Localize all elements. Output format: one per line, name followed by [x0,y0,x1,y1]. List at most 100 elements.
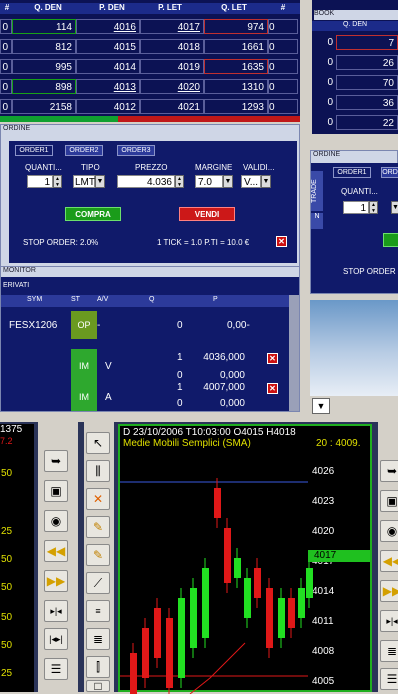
save-icon[interactable]: ▣ [380,490,398,512]
qty-stepper[interactable]: ▲ ▼ [53,175,62,188]
left-chart-header: 1375 [0,424,34,435]
table-row[interactable]: 0 26 [312,52,398,72]
stop-order-text: STOP ORDER: 2.0% [23,238,99,247]
pencil-icon[interactable]: ✎ [86,516,110,538]
book-cell-n2: 0 [268,39,298,54]
left-tick: 50 [1,554,13,565]
left-chart: 1375 7.2 50 25 50 50 50 50 25 [0,424,34,692]
table-row[interactable]: FESX1206 OP - 0 0,00- [1,311,289,339]
fibo-icon[interactable]: ≣ [86,628,110,650]
table-row[interactable]: 0 995 4014 4019 1635 0 [0,56,300,76]
table-row[interactable]: 07 [312,32,398,52]
bar-list-icon[interactable]: ☰ [380,668,398,690]
table-row[interactable]: IM A 1 0 4007,000 0,000 ✕ [1,382,289,411]
price-input[interactable]: 4.036 [117,175,175,188]
right-buy-button[interactable] [383,233,398,247]
pencil-icon[interactable]: ✎ [86,544,110,566]
main-price-chart[interactable]: D 23/10/2006 T10:03:00 O4015 H4018 Medie… [118,424,372,694]
price-cell: 0,00- [227,320,250,331]
rewind-icon[interactable]: ◀◀ [44,540,68,562]
table-row[interactable]: 0 898 4013 4020 1310 0 [0,76,300,96]
candle-body [306,568,313,598]
qty-cell: 0 [177,370,183,381]
sell-button[interactable]: VENDI [179,207,235,221]
yellow-arrow-icon[interactable]: ➥ [44,450,68,472]
book-cell-n2: 0 [268,59,298,74]
type-dropdown-icon[interactable]: ▼ [95,175,105,188]
right-type-dropdown-icon[interactable]: ▼ [391,201,398,214]
bar-list-icon[interactable]: ☰ [44,658,68,680]
col-pden: P. DEN [99,3,125,12]
table-row[interactable]: 0 70 [312,72,398,92]
book-cell-n1: 0 [0,79,12,94]
table-row[interactable]: 0 114 4016 4017 974 0 [0,16,300,36]
table-row[interactable]: 0 812 4015 4018 1661 0 [0,36,300,56]
yellow-arrow-icon[interactable]: ➥ [380,460,398,482]
price-tick: 4026 [312,466,335,477]
margin-select[interactable]: 7.0 [195,175,223,188]
split-icon[interactable]: ▸|◂ [44,600,68,622]
col-qlet: Q. LET [221,3,247,12]
book-cell-qden: 2158 [12,99,76,114]
book-cell-qden: 898 [12,79,76,94]
tab-side-n[interactable]: N [311,213,323,229]
table-row[interactable]: 0 36 [312,92,398,112]
tick-info-text: 1 TICK = 1.0 P.TI = 10.0 € [157,238,250,247]
price-stepper[interactable]: ▲ ▼ [175,175,184,188]
tab-order2[interactable]: ORDER2 [65,145,103,156]
merge-icon[interactable]: |◂▸| [44,628,68,650]
candlestick-plot[interactable]: 4026 4023 4020 4017 4014 4011 4008 4005 [120,448,370,694]
tab-order1-right[interactable]: ORDER1 [333,167,371,178]
cancel-order-icon[interactable]: ✕ [267,353,278,364]
book-cell-qden: 812 [12,39,76,54]
validity-dropdown-icon[interactable]: ▼ [261,175,271,188]
chevron-down-icon[interactable]: ▼ [312,398,330,414]
right-qty-stepper[interactable]: ▲ ▼ [369,201,378,214]
qty-input[interactable]: 1 [27,175,53,188]
type-select[interactable]: LMT [73,175,95,188]
tab-order2-right[interactable]: ORD [381,167,398,178]
table-row[interactable]: 0 22 [312,112,398,132]
lines-icon[interactable]: ≡ [86,600,110,622]
tab-trade[interactable]: TRADE [311,171,323,211]
list-icon[interactable]: ≣ [380,640,398,662]
av-cell: - [97,320,101,331]
col-count-bid: # [4,3,10,12]
split-icon[interactable]: ▸|◂ [380,610,398,632]
right-qty-input[interactable]: 1 [343,201,369,214]
left-tick: 25 [1,526,13,537]
price-cell: 4036,000 [203,352,245,363]
table-row[interactable]: IM V 1 0 4036,000 0,000 ✕ [1,349,289,383]
book-cell-pden: 4012 [76,99,140,114]
candle-body [166,618,173,688]
candle-body [178,598,185,678]
validity-select[interactable]: V... [241,175,261,188]
av-cell: V [105,361,112,372]
margin-dropdown-icon[interactable]: ▼ [223,175,233,188]
square-icon[interactable]: □ [86,680,110,692]
cross-icon[interactable]: ✕ [86,488,110,510]
book-cell-qden: 114 [12,19,76,34]
tab-order3[interactable]: ORDER3 [117,145,155,156]
col-qden: Q. DEN [34,3,62,12]
close-icon[interactable]: ✕ [276,236,287,247]
pointer-icon[interactable]: ↖ [86,432,110,454]
bars-icon[interactable]: ⫼ [86,460,110,482]
fast-forward-icon[interactable]: ▶▶ [44,570,68,592]
table-row[interactable]: 0 2158 4012 4021 1293 0 [0,96,300,116]
chart-toolbar-right: ➥ ▣ ◉ ◀◀ ▶▶ ▸|◂ ≣ ☰ [378,422,398,692]
monitor-scrollbar[interactable] [289,295,299,411]
buy-button[interactable]: COMPRA [65,207,121,221]
camera-icon[interactable]: ◉ [44,510,68,532]
trendline-icon[interactable]: ⟋ [86,572,110,594]
cancel-order-icon[interactable]: ✕ [267,383,278,394]
tab-order1[interactable]: ORDER1 [15,145,53,156]
candles-icon[interactable]: ⫿ [86,656,110,678]
save-icon[interactable]: ▣ [44,480,68,502]
rewind-icon[interactable]: ◀◀ [380,550,398,572]
camera-icon[interactable]: ◉ [380,520,398,542]
col-plet: P. LET [158,3,182,12]
price-tick: 4020 [312,526,335,537]
candle-body [244,578,251,618]
fast-forward-icon[interactable]: ▶▶ [380,580,398,602]
